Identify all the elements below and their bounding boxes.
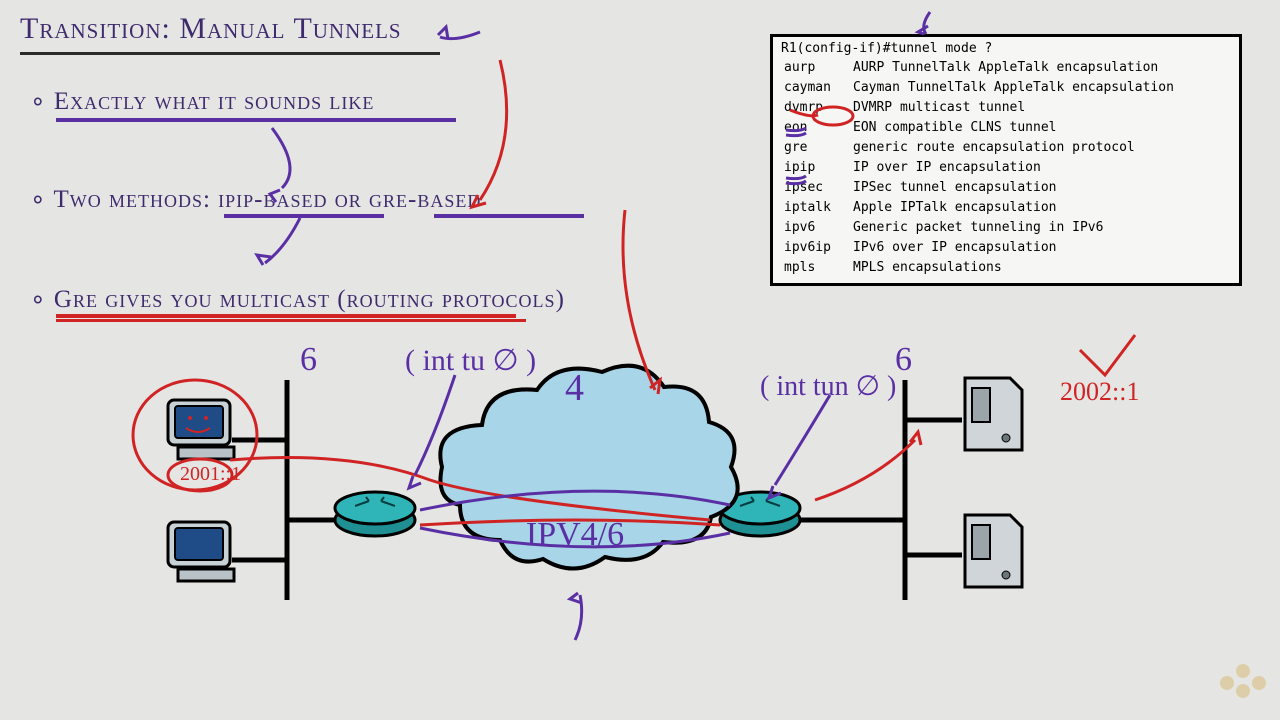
cli-keyword: iptalk — [783, 199, 850, 217]
slide-title: Transition: Manual Tunnels — [20, 12, 402, 46]
label-int-right: ( int tun ∅ ) — [760, 371, 896, 402]
cli-row: ipv6ipIPv6 over IP encapsulation — [783, 239, 1175, 257]
label-left-six: 6 — [300, 341, 317, 378]
cli-description: IPSec tunnel encapsulation — [852, 179, 1175, 197]
pc-left-bottom — [168, 522, 234, 581]
watermark-logo — [1218, 662, 1262, 706]
cloud-label: IPV4/6 — [526, 516, 624, 553]
cli-row: ipipIP over IP encapsulation — [783, 159, 1175, 177]
cli-output-box: R1(config-if)#tunnel mode ? aurpAURP Tun… — [770, 34, 1242, 286]
label-four: 4 — [565, 367, 584, 409]
cli-row: gregeneric route encapsulation protocol — [783, 139, 1175, 157]
cli-keyword: ipsec — [783, 179, 850, 197]
cli-keyword: cayman — [783, 79, 850, 97]
cli-row: iptalkApple IPTalk encapsulation — [783, 199, 1175, 217]
cloud-ipv4: IPV4/6 — [440, 366, 737, 569]
cli-keyword: ipv6ip — [783, 239, 850, 257]
pc-left-top — [168, 400, 234, 459]
bullet-3-underline — [56, 314, 516, 318]
cli-table: aurpAURP TunnelTalk AppleTalk encapsulat… — [781, 57, 1177, 279]
cli-keyword: ipv6 — [783, 219, 850, 237]
cli-row: mplsMPLS encapsulations — [783, 259, 1175, 277]
bullet-1: Exactly what it sounds like — [30, 86, 374, 116]
cli-keyword: gre — [783, 139, 850, 157]
cli-keyword: eon — [783, 119, 850, 137]
cli-description: IP over IP encapsulation — [852, 159, 1175, 177]
cli-row: ipsecIPSec tunnel encapsulation — [783, 179, 1175, 197]
bullet-3: Gre gives you multicast (routing protoco… — [30, 284, 565, 314]
cli-keyword: aurp — [783, 59, 850, 77]
bullet-1-underline — [56, 118, 456, 122]
bullet-3-underline-2 — [56, 319, 526, 322]
label-int-left: ( int tu ∅ ) — [405, 344, 536, 377]
bullet-2: Two methods: ipip-based or gre-based — [30, 184, 481, 214]
cli-keyword: dvmrp — [783, 99, 850, 117]
cli-row: caymanCayman TunnelTalk AppleTalk encaps… — [783, 79, 1175, 97]
bullet-2-underline-gre — [434, 214, 584, 218]
cli-prompt: R1(config-if)#tunnel mode ? — [781, 41, 1231, 57]
cli-description: IPv6 over IP encapsulation — [852, 239, 1175, 257]
router-left — [335, 492, 415, 536]
cli-description: DVMRP multicast tunnel — [852, 99, 1175, 117]
cli-keyword: ipip — [783, 159, 850, 177]
label-dest-addr: 2002::1 — [1060, 377, 1139, 406]
cli-keyword: mpls — [783, 259, 850, 277]
cli-row: ipv6Generic packet tunneling in IPv6 — [783, 219, 1175, 237]
cli-description: generic route encapsulation protocol — [852, 139, 1175, 157]
cli-row: dvmrpDVMRP multicast tunnel — [783, 99, 1175, 117]
cli-description: AURP TunnelTalk AppleTalk encapsulation — [852, 59, 1175, 77]
label-src-addr: 2001::1 — [180, 463, 241, 485]
cli-description: MPLS encapsulations — [852, 259, 1175, 277]
cli-description: EON compatible CLNS tunnel — [852, 119, 1175, 137]
bullet-2-underline-ipip — [224, 214, 384, 218]
server-right-bottom — [965, 515, 1022, 587]
server-right-top — [965, 378, 1022, 450]
cli-description: Cayman TunnelTalk AppleTalk encapsulatio… — [852, 79, 1175, 97]
cli-description: Apple IPTalk encapsulation — [852, 199, 1175, 217]
router-right — [720, 492, 800, 536]
cli-row: eonEON compatible CLNS tunnel — [783, 119, 1175, 137]
label-right-six: 6 — [895, 341, 912, 378]
title-underline — [20, 52, 440, 55]
cli-description: Generic packet tunneling in IPv6 — [852, 219, 1175, 237]
cli-row: aurpAURP TunnelTalk AppleTalk encapsulat… — [783, 59, 1175, 77]
